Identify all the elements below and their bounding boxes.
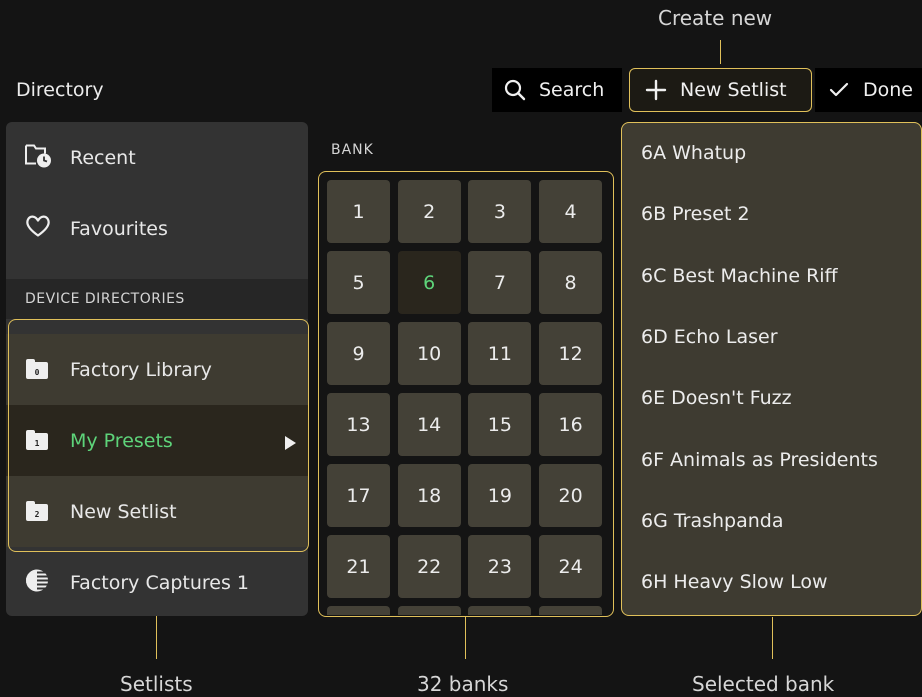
bank-label: BANK xyxy=(331,142,374,158)
annotation-setlists: Setlists xyxy=(120,672,193,696)
folder-icon: 2 xyxy=(26,501,48,521)
new-setlist-button[interactable]: New Setlist xyxy=(629,68,812,112)
bank-button-10[interactable]: 10 xyxy=(397,322,461,385)
captures-icon xyxy=(24,567,50,598)
search-label: Search xyxy=(539,79,605,101)
sidebar-item-label: Factory Library xyxy=(70,358,212,381)
bank-button-8[interactable]: 8 xyxy=(539,251,603,314)
bank-button-21[interactable]: 21 xyxy=(327,535,390,598)
bank-button-27[interactable]: 27 xyxy=(468,606,532,615)
check-icon xyxy=(829,81,849,99)
heart-icon xyxy=(24,214,52,243)
bank-button-5[interactable]: 5 xyxy=(327,251,390,314)
bank-button-4[interactable]: 4 xyxy=(539,180,603,243)
bank-button-3[interactable]: 3 xyxy=(468,180,532,243)
bank-button-6[interactable]: 6 xyxy=(397,251,461,314)
bank-button-7[interactable]: 7 xyxy=(468,251,532,314)
annotation-banks: 32 banks xyxy=(417,672,509,696)
bank-button-23[interactable]: 23 xyxy=(468,535,532,598)
annotation-line-selected-bank xyxy=(772,617,773,659)
bank-button-11[interactable]: 11 xyxy=(468,322,532,385)
bank-button-26[interactable]: 26 xyxy=(397,606,461,615)
sidebar-item-new-setlist[interactable]: 2 New Setlist xyxy=(6,476,308,547)
annotation-selected-bank: Selected bank xyxy=(692,672,835,696)
bank-button-18[interactable]: 18 xyxy=(397,464,461,527)
bank-button-12[interactable]: 12 xyxy=(539,322,603,385)
sidebar-item-label: Favourites xyxy=(70,217,168,240)
sidebar-item-favourites[interactable]: Favourites xyxy=(6,193,308,264)
preset-item[interactable]: 6E Doesn't Fuzz xyxy=(641,387,792,409)
bank-button-1[interactable]: 1 xyxy=(327,180,390,243)
folder-icon: 0 xyxy=(26,359,48,379)
bank-button-16[interactable]: 16 xyxy=(539,393,603,456)
recent-icon xyxy=(24,142,52,173)
preset-item[interactable]: 6G Trashpanda xyxy=(641,510,784,532)
done-button[interactable]: Done xyxy=(815,68,922,112)
sidebar-item-label: New Setlist xyxy=(70,500,177,523)
annotation-create-new: Create new xyxy=(658,6,773,30)
new-setlist-label: New Setlist xyxy=(680,79,787,101)
device-directories-header: DEVICE DIRECTORIES xyxy=(6,279,308,319)
bank-button-25[interactable]: 25 xyxy=(327,606,390,615)
preset-list: 6A Whatup 6B Preset 2 6C Best Machine Riff… xyxy=(621,122,922,616)
annotation-line-create-new xyxy=(720,40,721,64)
bank-button-2[interactable]: 2 xyxy=(397,180,461,243)
preset-item[interactable]: 6H Heavy Slow Low xyxy=(641,571,828,593)
bank-button-17[interactable]: 17 xyxy=(327,464,390,527)
sidebar-item-my-presets[interactable]: 1 My Presets xyxy=(6,405,308,476)
folder-icon: 1 xyxy=(26,430,48,450)
done-label: Done xyxy=(863,79,913,101)
plus-icon xyxy=(645,79,667,101)
bank-button-22[interactable]: 22 xyxy=(397,535,461,598)
annotation-line-banks xyxy=(465,617,466,659)
bank-button-9[interactable]: 9 xyxy=(327,322,390,385)
preset-item[interactable]: 6D Echo Laser xyxy=(641,326,778,348)
sidebar-item-factory-library[interactable]: 0 Factory Library xyxy=(6,334,308,405)
preset-item[interactable]: 6A Whatup xyxy=(641,142,746,164)
sidebar-item-label: Recent xyxy=(70,146,136,169)
search-icon xyxy=(504,79,526,101)
directory-title: Directory xyxy=(16,79,104,101)
chevron-right-icon xyxy=(285,433,296,455)
sidebar-item-recent[interactable]: Recent xyxy=(6,122,308,193)
sidebar-item-factory-captures[interactable]: Factory Captures 1 xyxy=(6,547,308,616)
sidebar-item-label: My Presets xyxy=(70,429,173,452)
bank-button-14[interactable]: 14 xyxy=(397,393,461,456)
bank-grid: 1234567891011121314151617181920212223242… xyxy=(319,172,613,615)
bank-button-13[interactable]: 13 xyxy=(327,393,390,456)
bank-button-24[interactable]: 24 xyxy=(539,535,603,598)
bank-button-28[interactable]: 28 xyxy=(539,606,603,615)
sidebar: Recent Favourites DEVICE DIRECTORIES 0 F… xyxy=(6,122,308,616)
preset-item[interactable]: 6F Animals as Presidents xyxy=(641,449,878,471)
sidebar-item-label: Factory Captures 1 xyxy=(70,571,250,594)
search-button[interactable]: Search xyxy=(492,68,622,112)
bank-button-19[interactable]: 19 xyxy=(468,464,532,527)
bank-button-20[interactable]: 20 xyxy=(539,464,603,527)
preset-item[interactable]: 6B Preset 2 xyxy=(641,203,750,225)
bank-button-15[interactable]: 15 xyxy=(468,393,532,456)
preset-item[interactable]: 6C Best Machine Riff xyxy=(641,265,838,287)
